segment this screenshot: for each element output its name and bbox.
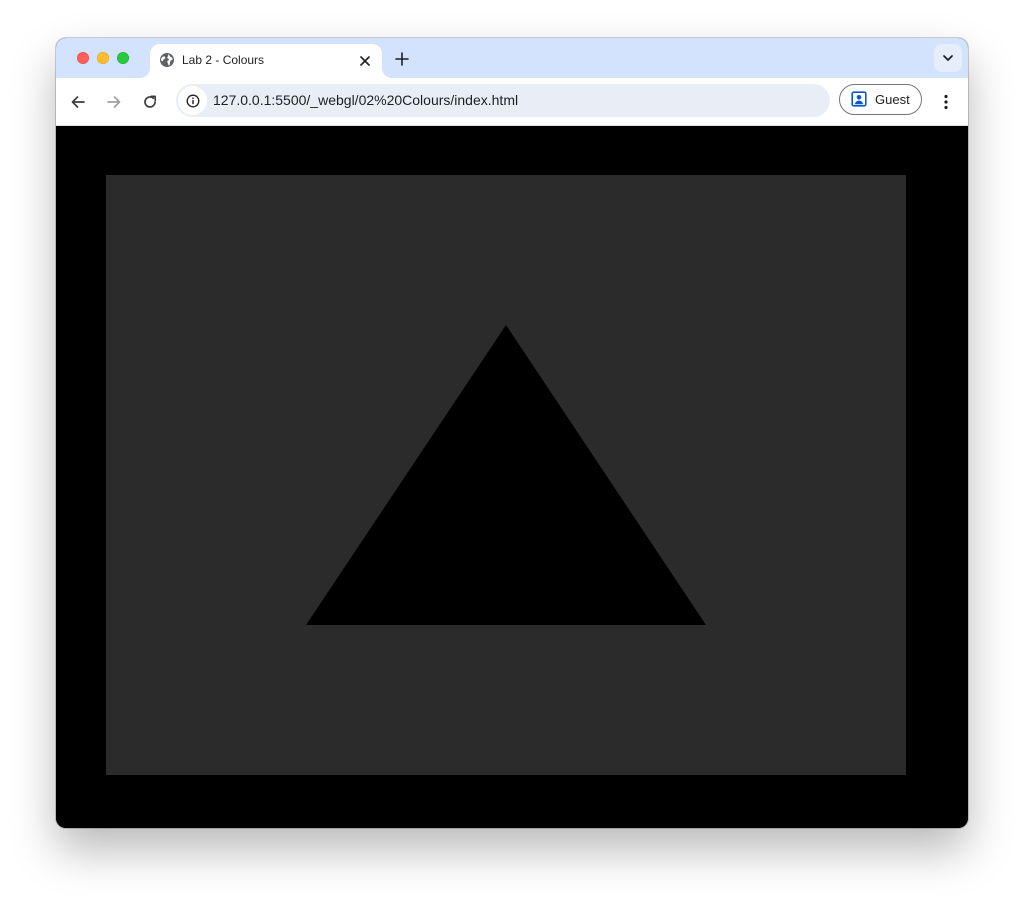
window-maximize-button[interactable] bbox=[117, 52, 129, 64]
kebab-menu-icon[interactable] bbox=[934, 90, 958, 114]
arrow-right-icon[interactable] bbox=[102, 90, 126, 114]
url-text: 127.0.0.1:5500/_webgl/02%20Colours/index… bbox=[213, 92, 519, 108]
globe-icon bbox=[159, 52, 175, 68]
plus-icon[interactable] bbox=[392, 49, 412, 69]
page-viewport bbox=[56, 126, 968, 828]
window-minimize-button[interactable] bbox=[97, 52, 109, 64]
browser-window: Lab 2 - Colours 127.0.0.1:5500/_webgl/02… bbox=[56, 38, 968, 828]
chevron-down-icon[interactable] bbox=[934, 44, 962, 72]
guest-profile-button[interactable]: Guest bbox=[839, 84, 922, 115]
close-icon[interactable] bbox=[356, 52, 374, 70]
address-bar[interactable]: 127.0.0.1:5500/_webgl/02%20Colours/index… bbox=[176, 84, 830, 117]
browser-toolbar: 127.0.0.1:5500/_webgl/02%20Colours/index… bbox=[56, 78, 968, 126]
webgl-canvas[interactable] bbox=[106, 175, 906, 775]
reload-icon[interactable] bbox=[138, 90, 162, 114]
tab-strip: Lab 2 - Colours bbox=[56, 38, 968, 78]
guest-profile-icon bbox=[851, 91, 867, 107]
arrow-left-icon[interactable] bbox=[66, 90, 90, 114]
tab-lab-2-colours[interactable]: Lab 2 - Colours bbox=[140, 44, 392, 78]
profile-label: Guest bbox=[875, 92, 910, 107]
info-icon[interactable] bbox=[178, 86, 207, 115]
tab-title: Lab 2 - Colours bbox=[182, 53, 265, 67]
window-close-button[interactable] bbox=[77, 52, 89, 64]
